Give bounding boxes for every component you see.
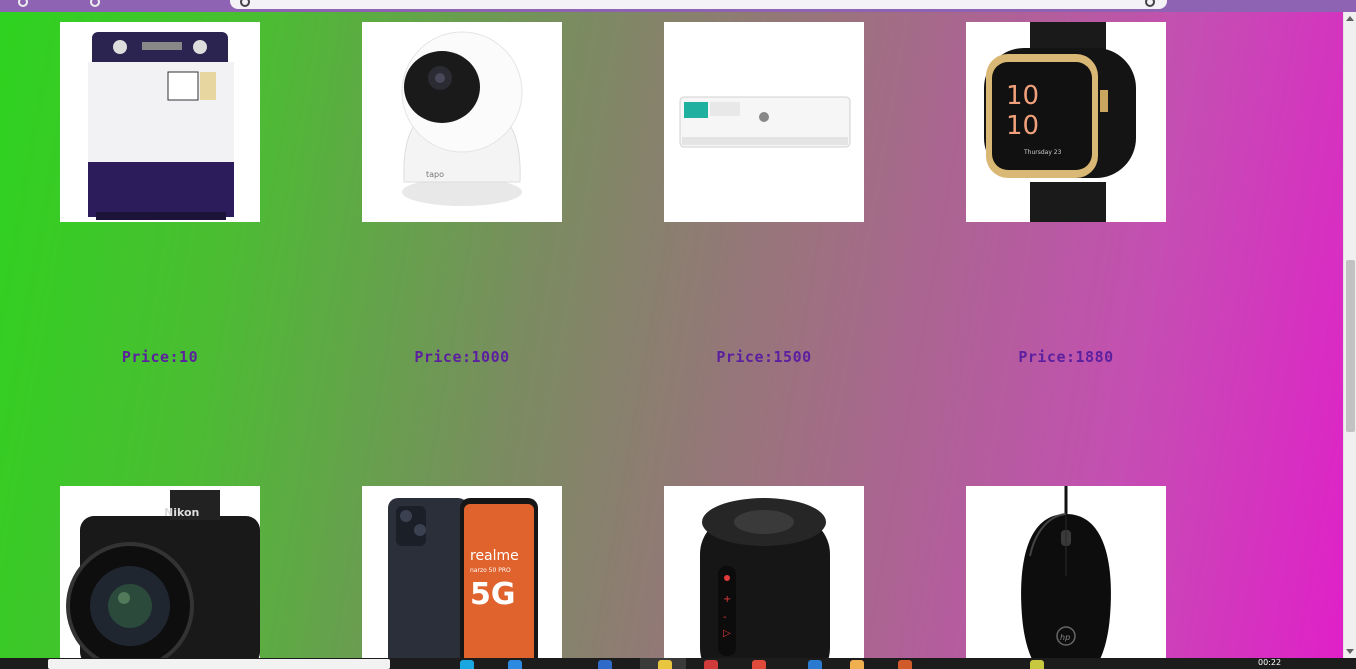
product-card-realme-phone[interactable]: realme narzo 50 PRO 5G	[362, 486, 562, 658]
speaker-plus: +	[723, 594, 731, 605]
files-icon[interactable]	[850, 660, 864, 669]
mail-icon[interactable]	[598, 660, 612, 669]
watch-hour: 10	[1006, 81, 1039, 111]
app-icon	[658, 660, 672, 669]
smartwatch-image: 10 10 Thursday 23	[984, 22, 1136, 222]
chrome-icon[interactable]	[752, 660, 766, 669]
product-card-hp-mouse[interactable]: hp	[966, 486, 1166, 658]
price-washing-machine: Price:10	[121, 348, 199, 366]
product-card-smartwatch[interactable]: 10 10 Thursday 23	[966, 22, 1166, 222]
camera-brand-text: tapo	[426, 170, 444, 179]
mouse-brand-hp: hp	[1060, 633, 1070, 642]
site-info-icon[interactable]	[240, 0, 250, 7]
media-icon[interactable]	[1030, 660, 1044, 669]
back-icon[interactable]	[18, 0, 28, 7]
product-card-nikon-camera[interactable]: Nikon	[60, 486, 260, 658]
product-card-washing-machine[interactable]	[60, 22, 260, 222]
edge-icon[interactable]	[460, 660, 474, 669]
taskbar-search[interactable]	[48, 659, 390, 669]
washing-machine-image	[88, 32, 234, 220]
speaker-minus: -	[723, 612, 727, 623]
hp-mouse-image: hp	[1021, 486, 1111, 658]
phone-model-text: narzo 50 PRO	[470, 567, 511, 574]
nikon-camera-image: Nikon	[66, 490, 260, 658]
browser-icon[interactable]	[898, 660, 912, 669]
browser-top-bar	[0, 0, 1356, 12]
bookmark-icon[interactable]	[1145, 0, 1155, 7]
camera-brand-nikon: Nikon	[164, 506, 199, 519]
price-air-conditioner: Price:1500	[716, 348, 812, 366]
store-icon[interactable]	[508, 660, 522, 669]
product-card-speaker[interactable]: + - ▷	[664, 486, 864, 658]
vscode-icon[interactable]	[808, 660, 822, 669]
scroll-thumb[interactable]	[1346, 260, 1355, 432]
product-card-air-conditioner[interactable]	[664, 22, 864, 222]
watch-minute: 10	[1006, 111, 1039, 141]
pdf-icon[interactable]	[704, 660, 718, 669]
taskbar-clock[interactable]: 00:22	[1258, 658, 1281, 667]
taskbar: 00:22	[0, 658, 1356, 669]
scroll-down-icon[interactable]	[1346, 649, 1354, 654]
price-smartwatch: Price:1880	[1018, 348, 1114, 366]
phone-5g-badge: 5G	[470, 577, 516, 612]
speaker-image: + - ▷	[700, 498, 830, 658]
page-content: tapo 10 10 Thursday 23 Price:10 Price:10…	[0, 12, 1343, 658]
address-bar[interactable]	[230, 0, 1167, 9]
realme-phone-image: realme narzo 50 PRO 5G	[388, 498, 538, 658]
speaker-play: ▷	[723, 628, 731, 639]
air-conditioner-image	[679, 96, 851, 148]
taskbar-active-app[interactable]	[640, 658, 686, 669]
scroll-up-icon[interactable]	[1346, 16, 1354, 21]
security-camera-image: tapo	[401, 31, 523, 206]
price-security-camera: Price:1000	[414, 348, 510, 366]
product-card-security-camera[interactable]: tapo	[362, 22, 562, 222]
refresh-icon[interactable]	[90, 0, 100, 7]
vertical-scrollbar[interactable]	[1343, 12, 1356, 658]
watch-date: Thursday 23	[1023, 149, 1062, 156]
phone-brand-realme: realme	[470, 548, 519, 564]
